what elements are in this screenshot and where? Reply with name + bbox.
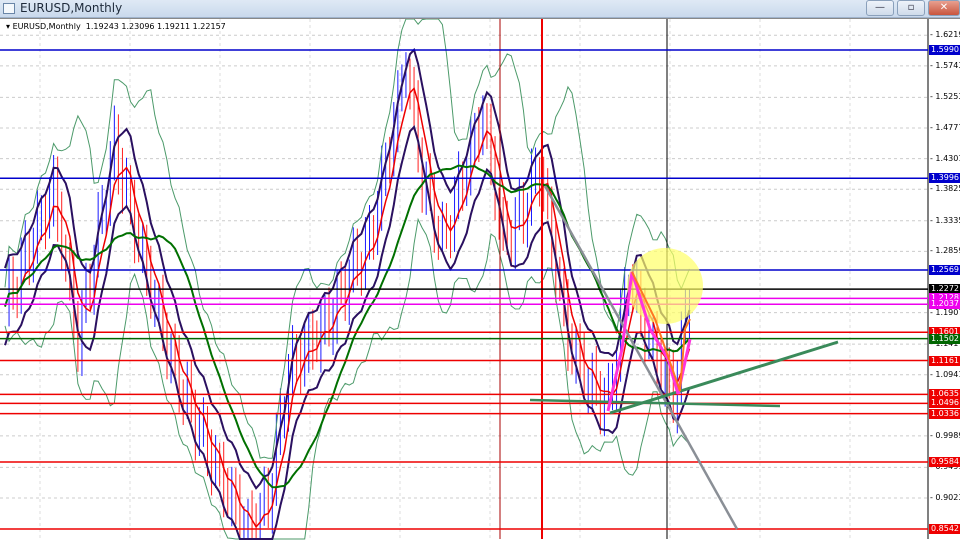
window-titlebar: EURUSD,Monthly — ▫ ✕ — [0, 0, 960, 18]
level-price-marker: 1.2569 — [929, 265, 960, 275]
price-tick-label: - 1.6219 — [930, 30, 960, 40]
price-tick-label: - 1.5743 — [930, 60, 960, 70]
level-price-marker: 1.3996 — [929, 173, 960, 184]
price-tick-label: - 1.3335 — [930, 215, 960, 225]
price-tick-label: - 1.3825 — [930, 184, 960, 194]
level-price-marker: 0.9584 — [929, 456, 960, 467]
symbol-timeframe: EURUSD,Monthly — [12, 22, 81, 31]
level-price-marker: 1.1502 — [929, 333, 960, 344]
maximize-button[interactable]: ▫ — [897, 0, 925, 16]
price-tick-label: - 1.4301 — [930, 153, 960, 163]
chart-info: ▾ EURUSD,Monthly 1.19243 1.23096 1.19211… — [6, 22, 226, 31]
price-tick-label: - 0.9023 — [930, 493, 960, 503]
level-price-marker: 1.0496 — [929, 398, 960, 409]
price-tick-label: - 0.9989 — [930, 430, 960, 440]
level-price-marker: 1.2037 — [929, 299, 960, 310]
close-button[interactable]: ✕ — [928, 0, 960, 16]
price-tick-label: - 1.4777 — [930, 123, 960, 132]
chart-window-icon — [3, 3, 15, 14]
price-tick-label: - 1.5253 — [930, 92, 960, 102]
price-chart[interactable]: ▾ EURUSD,Monthly 1.19243 1.23096 1.19211… — [0, 18, 960, 540]
minimize-button[interactable]: — — [866, 0, 894, 16]
level-price-marker: 0.8542 — [929, 523, 960, 534]
ohlc-values: 1.19243 1.23096 1.19211 1.22157 — [85, 22, 226, 31]
chart-canvas[interactable] — [0, 19, 960, 540]
level-price-marker: 1.1161 — [929, 355, 960, 366]
price-tick-label: - 1.0941 — [930, 369, 960, 379]
price-tick-label: - 1.2859 — [930, 246, 960, 256]
window-title: EURUSD,Monthly — [20, 1, 123, 15]
level-price-marker: 1.0336 — [929, 408, 960, 419]
level-price-marker: 1.5990 — [929, 45, 960, 55]
